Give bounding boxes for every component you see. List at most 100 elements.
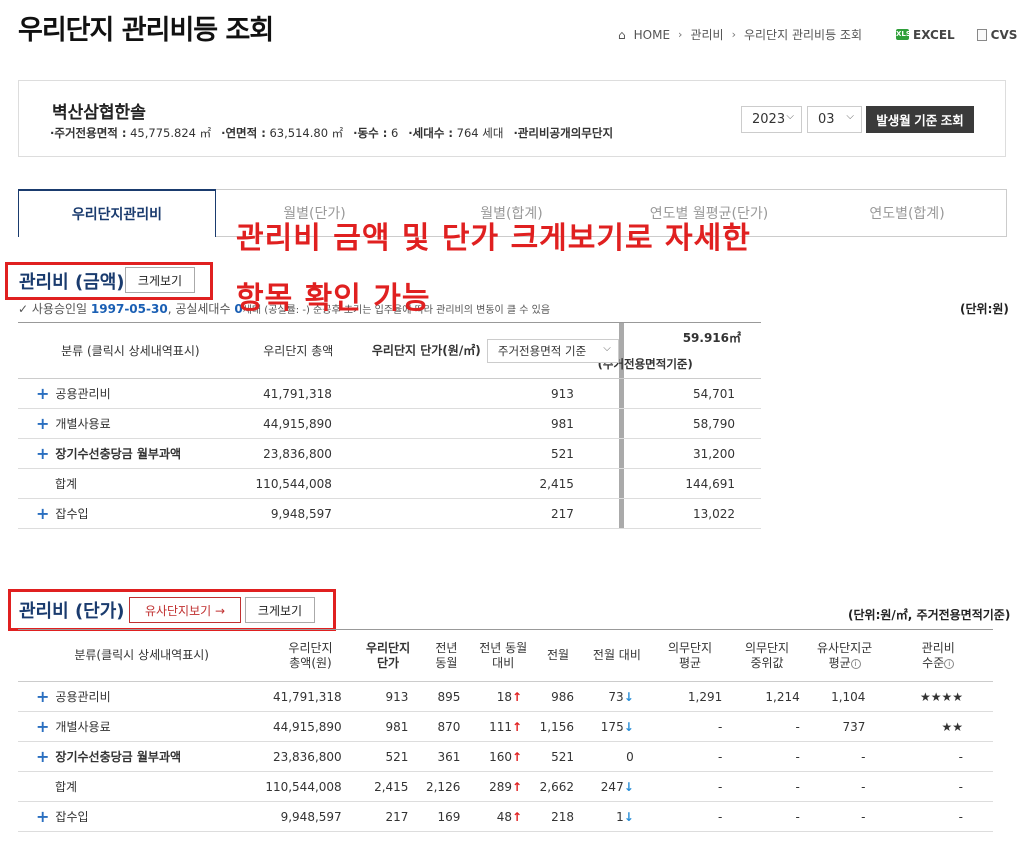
cell-similar-avg: - (805, 771, 884, 802)
row-category[interactable]: + 개별사용료 (18, 408, 243, 439)
month-select[interactable]: 03 ⌵ (807, 106, 862, 133)
row-category[interactable]: + 장기수선충당금 월부과액 (18, 741, 266, 772)
info-icon[interactable]: i (850, 658, 861, 669)
excel-label: EXCEL (913, 27, 955, 42)
category-label: 공용관리비 (55, 690, 111, 704)
yoy-value: 160 (489, 749, 513, 764)
similar-complex-button[interactable]: 유사단지보기 → (129, 597, 241, 623)
excel-icon: XLS (896, 29, 911, 40)
cell-mandatory-median: - (728, 711, 806, 742)
mom-value: 247 (600, 779, 624, 794)
cell-mandatory-avg: - (651, 711, 729, 742)
query-button[interactable]: 발생월 기준 조회 (866, 106, 974, 133)
breadcrumb: ⌂ HOME › 관리비 › 우리단지 관리비등 조회 XLS EXCEL CVS (618, 26, 1017, 43)
cell-prev-month: 986 (534, 681, 583, 712)
col-mandatory-median: 의무단지 중위값 (728, 629, 806, 682)
info-icon[interactable]: i (944, 658, 955, 669)
row-category[interactable]: + 개별사용료 (18, 711, 266, 742)
col-category-text: 분류(클릭시 상세내역표시) (74, 648, 209, 662)
arrow-down-icon: ↓ (623, 719, 634, 734)
year-select[interactable]: 2023 ⌵ (741, 106, 802, 133)
cell-total: 41,791,318 (265, 681, 356, 712)
cell-yoy: 289↑ (472, 771, 535, 802)
cell-prev-month: 218 (534, 801, 583, 832)
row-category[interactable]: + 장기수선충당금 월부과액 (18, 438, 243, 469)
row-category[interactable]: + 공용관리비 (18, 378, 243, 409)
unit-label: (단위:원) (960, 302, 1009, 316)
arrow-down-icon: ↓ (623, 809, 634, 824)
annotation-line2: 항목 확인 가능 (236, 281, 431, 316)
chevron-down-icon: ⌵ (603, 342, 611, 354)
plus-icon[interactable]: + (36, 384, 49, 403)
table-row: 합계 110,544,008 2,415 144,691 (18, 468, 761, 499)
cell-unit: 521 (355, 741, 421, 772)
residential-area: ·주거전용면적 : 45,775.824 ㎡ (50, 126, 212, 140)
cell-prev-month: 1,156 (534, 711, 583, 742)
cell-mandatory-median: 1,214 (728, 681, 806, 712)
household-count: ·세대수 : 764 세대 (408, 126, 504, 140)
col-mandatory-avg-text: 의무단지 (667, 640, 713, 655)
cell-similar-avg: - (805, 741, 884, 772)
plus-icon[interactable]: + (36, 747, 49, 766)
document-icon (976, 28, 987, 41)
arrow-up-icon: ↑ (512, 719, 523, 734)
cell-prev-month: 521 (534, 741, 583, 772)
cvs-download-button[interactable]: CVS (976, 28, 1017, 42)
plus-icon[interactable]: + (36, 807, 49, 826)
table-row: + 개별사용료 44,915,890 981 58,790 (18, 408, 761, 439)
plus-icon[interactable]: + (36, 687, 49, 706)
col-similar-avg: 유사단지군 평균 i (805, 629, 884, 682)
annotation-line1: 관리비 금액 및 단가 크게보기로 자세한 (236, 221, 751, 256)
cell-area: 54,701 (623, 378, 761, 409)
cell-prev-year: 895 (420, 681, 473, 712)
col-level-text: 관리비 (921, 640, 955, 655)
row-category[interactable]: + 공용관리비 (18, 681, 266, 712)
zoom-unit-button[interactable]: 크게보기 (245, 597, 315, 623)
category-label: 잡수입 (55, 810, 89, 824)
complex-name: 벽산삼협한솔 (52, 103, 146, 123)
cell-area: 13,022 (623, 498, 761, 529)
zoom-amount-button[interactable]: 크게보기 (125, 267, 195, 293)
cell-mom: 0 (582, 741, 652, 772)
breadcrumb-home[interactable]: HOME (634, 28, 670, 42)
row-category: 합계 (18, 468, 243, 499)
mom-value: 0 (626, 749, 634, 764)
plus-icon[interactable]: + (36, 444, 49, 463)
col-level-text: 수준 (922, 655, 945, 670)
complex-summary: ·주거전용면적 : 45,775.824 ㎡ ·연면적 : 63,514.80 … (50, 125, 613, 141)
row-category[interactable]: + 잡수입 (18, 801, 266, 832)
cell-yoy: 48↑ (472, 801, 535, 832)
breadcrumb-level1[interactable]: 관리비 (690, 26, 723, 43)
col-level: 관리비 수준 i (883, 629, 993, 682)
arrow-up-icon: ↑ (512, 809, 523, 824)
cell-similar-avg: - (805, 801, 884, 832)
breadcrumb-level2: 우리단지 관리비등 조회 (743, 28, 862, 42)
unit-label-2: (단위:원/㎡, 주거전용면적기준) (848, 608, 1011, 622)
excel-download-button[interactable]: XLS EXCEL (896, 28, 955, 42)
plus-icon[interactable]: + (36, 414, 49, 433)
col-mom: 전월 대비 (582, 629, 652, 682)
plus-icon[interactable]: + (36, 504, 49, 523)
arrow-down-icon: ↓ (623, 779, 634, 794)
category-label: 합계 (55, 780, 78, 794)
table-row: + 장기수선충당금 월부과액 23,836,800 521 31,200 (18, 438, 761, 469)
floor-area: ·연면적 : 63,514.80 ㎡ (221, 126, 344, 140)
col-mandatory-median-text: 의무단지 (744, 640, 790, 655)
col-yoy: 전년 동월 대비 (472, 629, 535, 682)
cell-unit: 521 (353, 438, 619, 469)
col-yoy-text: 전년 동월 (479, 640, 528, 655)
disclosure-label: ·관리비공개의무단지 (513, 126, 614, 140)
col-total-text: 우리단지 (288, 640, 333, 655)
col-mom-text: 전월 대비 (592, 648, 641, 662)
cell-mandatory-avg: 1,291 (651, 681, 729, 712)
col-mandatory-avg-text: 평균 (678, 655, 702, 670)
area-basis-select[interactable]: 주거전용면적 기준 ⌵ (486, 338, 619, 363)
cell-area: 31,200 (623, 438, 761, 469)
row-category[interactable]: + 잡수입 (18, 498, 243, 529)
col-prev-year: 전년 동월 (420, 629, 473, 682)
plus-icon[interactable]: + (36, 717, 49, 736)
col-prev-month: 전월 (534, 629, 583, 682)
cell-level: - (883, 741, 993, 772)
check-icon: ✓ (18, 302, 29, 316)
tab-our-complex[interactable]: 우리단지관리비 (18, 189, 216, 237)
